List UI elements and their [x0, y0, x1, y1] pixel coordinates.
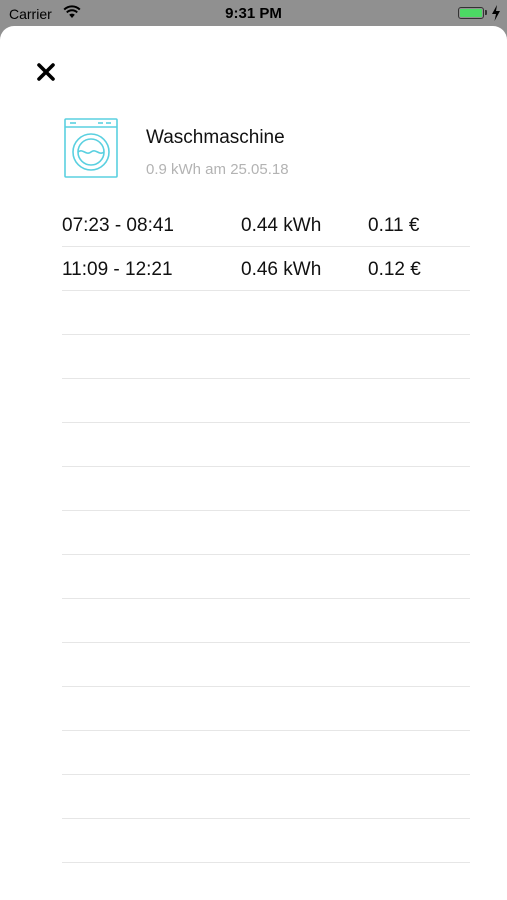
empty-row: [62, 599, 470, 643]
empty-row: [62, 775, 470, 819]
session-time: 07:23 - 08:41: [62, 215, 174, 236]
battery-level-fill: [460, 9, 482, 17]
empty-row: [62, 643, 470, 687]
sessions-table: 07:23 - 08:41 0.44 kWh 0.11 € 11:09 - 12…: [62, 203, 470, 900]
session-energy: 0.46 kWh: [241, 259, 322, 280]
modal-sheet: Waschmaschine 0.9 kWh am 25.05.18 07:23 …: [0, 26, 507, 900]
status-time: 9:31 PM: [225, 5, 282, 22]
empty-row: [62, 731, 470, 775]
empty-row: [62, 511, 470, 555]
close-icon[interactable]: [32, 58, 60, 86]
battery-cap: [485, 10, 487, 15]
empty-row: [62, 819, 470, 863]
table-row[interactable]: 11:09 - 12:21 0.46 kWh 0.12 €: [62, 247, 470, 291]
device-name: Waschmaschine: [146, 127, 285, 148]
empty-row: [62, 555, 470, 599]
session-cost: 0.12 €: [368, 259, 421, 280]
empty-row: [62, 379, 470, 423]
table-row[interactable]: 07:23 - 08:41 0.44 kWh 0.11 €: [62, 203, 470, 247]
washing-machine-icon: [64, 118, 118, 178]
session-cost: 0.11 €: [368, 215, 420, 236]
empty-row: [62, 291, 470, 335]
empty-row: [62, 335, 470, 379]
screen: Carrier 9:31 PM Waschmaschine 0.9 kWh am…: [0, 0, 507, 900]
bolt-icon: [492, 5, 500, 21]
empty-row: [62, 423, 470, 467]
empty-row: [62, 467, 470, 511]
empty-row: [62, 863, 470, 900]
status-bar: Carrier 9:31 PM: [0, 0, 507, 28]
session-time: 11:09 - 12:21: [62, 259, 173, 280]
battery-icon: [458, 7, 484, 19]
empty-row: [62, 687, 470, 731]
device-summary: 0.9 kWh am 25.05.18: [146, 161, 289, 178]
session-energy: 0.44 kWh: [241, 215, 322, 236]
